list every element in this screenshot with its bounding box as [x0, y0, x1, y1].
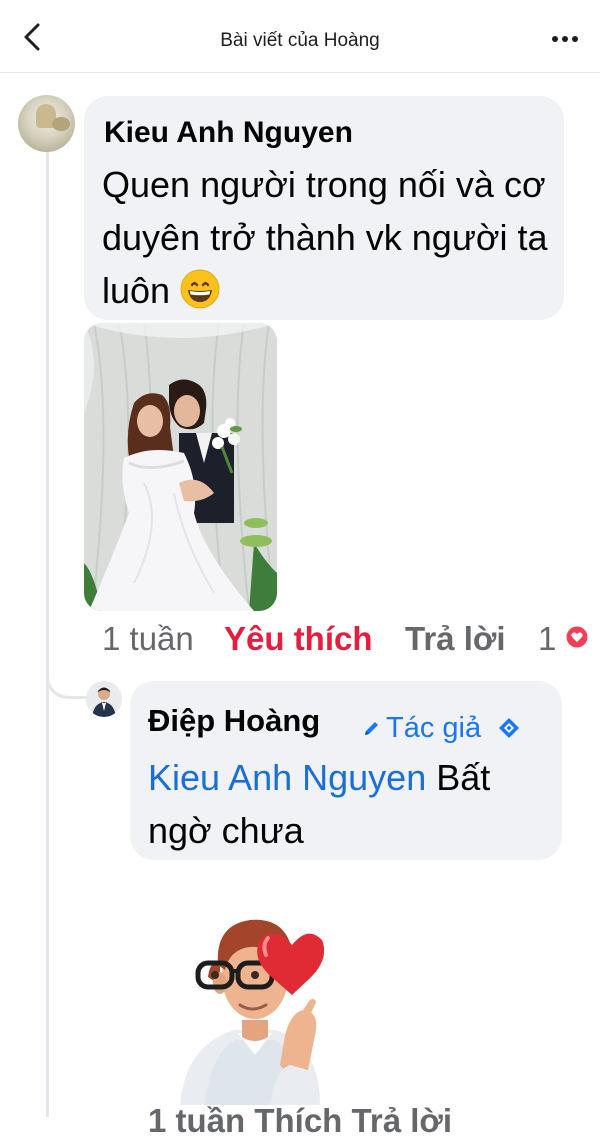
reply-author-name[interactable]: Điệp Hoàng [148, 703, 320, 739]
commenter-avatar[interactable] [18, 95, 75, 152]
reply-connector [46, 650, 93, 699]
reply-author-avatar[interactable] [86, 681, 122, 717]
reply-text: Kieu Anh Nguyen Bất ngờ chưa [148, 751, 558, 857]
comment-text: Quen người trong nối và cơ duyên trở thà… [102, 158, 552, 317]
reply-button[interactable]: Trả lời [405, 620, 506, 658]
wedding-photo[interactable] [84, 323, 277, 611]
comment-text-body: Quen người trong nối và cơ duyên trở thà… [102, 164, 548, 311]
grinning-face-emoji-icon [180, 269, 220, 309]
reaction-count[interactable]: 1 [538, 620, 556, 658]
pencil-icon [365, 722, 378, 735]
reply-actions-partial: 1 tuần Thích Trả lời [148, 1102, 453, 1139]
info-diamond-icon[interactable] [497, 716, 521, 740]
love-reaction-button[interactable]: Yêu thích [224, 620, 373, 658]
page-title: Bài viết của Hoàng [220, 30, 380, 51]
mention-link[interactable]: Kieu Anh Nguyen [148, 757, 426, 798]
comment-timestamp: 1 tuần [102, 620, 194, 657]
author-badge: Tác giả [362, 711, 521, 745]
thread-line [46, 152, 49, 1117]
heart-reaction-icon[interactable] [564, 624, 590, 650]
top-bar: Bài viết của Hoàng [0, 0, 600, 73]
comment-actions: 1 tuần Yêu thích Trả lời 1 [102, 620, 592, 660]
reply-bubble: Điệp Hoàng Tác giả Kieu Anh Nguyen Bất n… [130, 681, 562, 860]
author-badge-label: Tác giả [386, 711, 482, 744]
more-options-icon[interactable] [550, 22, 580, 52]
commenter-name[interactable]: Kieu Anh Nguyen [104, 116, 353, 150]
avatar-heart-sticker[interactable] [180, 905, 340, 1105]
comment-bubble: Kieu Anh Nguyen Quen người trong nối và … [84, 96, 564, 320]
